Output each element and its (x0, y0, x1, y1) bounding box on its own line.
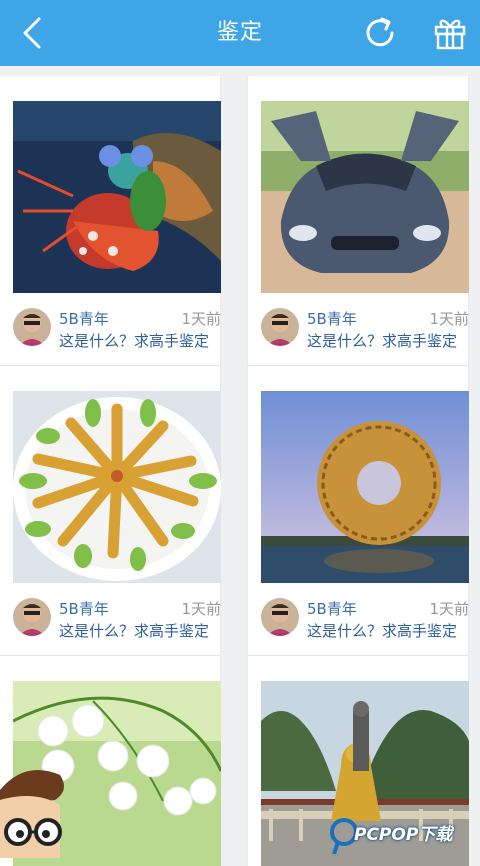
post-time: 1天前 (429, 600, 469, 618)
gift-icon[interactable] (430, 13, 470, 53)
post-meta: 5B青年 1天前 这是什么？求高手鉴定 (13, 308, 221, 352)
fried-dish-photo[interactable] (13, 391, 221, 583)
post-question[interactable]: 这是什么？求高手鉴定 (307, 330, 457, 351)
avatar[interactable] (13, 598, 51, 636)
post-card[interactable]: 5B青年 1天前 这是什么？求高手鉴定 (248, 366, 469, 655)
post-time: 1天前 (181, 600, 221, 618)
post-question[interactable]: 这是什么？求高手鉴定 (59, 330, 209, 351)
watermark-text: PCPOP下载 (354, 825, 453, 845)
mantis-shrimp-photo[interactable] (13, 101, 221, 293)
refresh-icon[interactable] (360, 13, 400, 53)
top-bar: 鉴定 (0, 0, 480, 66)
mascot-illustration (0, 760, 70, 858)
post-question[interactable]: 这是什么？求高手鉴定 (307, 620, 457, 641)
avatar[interactable] (261, 598, 299, 636)
username[interactable]: 5B青年 (307, 598, 357, 619)
post-meta: 5B青年 1天前 这是什么？求高手鉴定 (261, 598, 469, 642)
page-title: 鉴定 (216, 20, 263, 45)
watermark-logo: PCPOP下载 (330, 812, 480, 858)
post-card[interactable]: 5B青年 1天前 这是什么？求高手鉴定 (248, 76, 469, 365)
post-card[interactable]: 5B青年 1天前 这是什么？求高手鉴定 (0, 76, 221, 365)
post-time: 1天前 (429, 310, 469, 328)
post-meta: 5B青年 1天前 这是什么？求高手鉴定 (261, 308, 469, 352)
post-card[interactable]: 5B青年 1天前 这是什么？求高手鉴定 (0, 366, 221, 655)
ring-building-photo[interactable] (261, 391, 469, 583)
gullwing-car-photo[interactable] (261, 101, 469, 293)
avatar[interactable] (13, 308, 51, 346)
post-meta: 5B青年 1天前 这是什么？求高手鉴定 (13, 598, 221, 642)
post-question[interactable]: 这是什么？求高手鉴定 (59, 620, 209, 641)
username[interactable]: 5B青年 (307, 308, 357, 329)
avatar[interactable] (261, 308, 299, 346)
username[interactable]: 5B青年 (59, 598, 109, 619)
username[interactable]: 5B青年 (59, 308, 109, 329)
post-time: 1天前 (181, 310, 221, 328)
